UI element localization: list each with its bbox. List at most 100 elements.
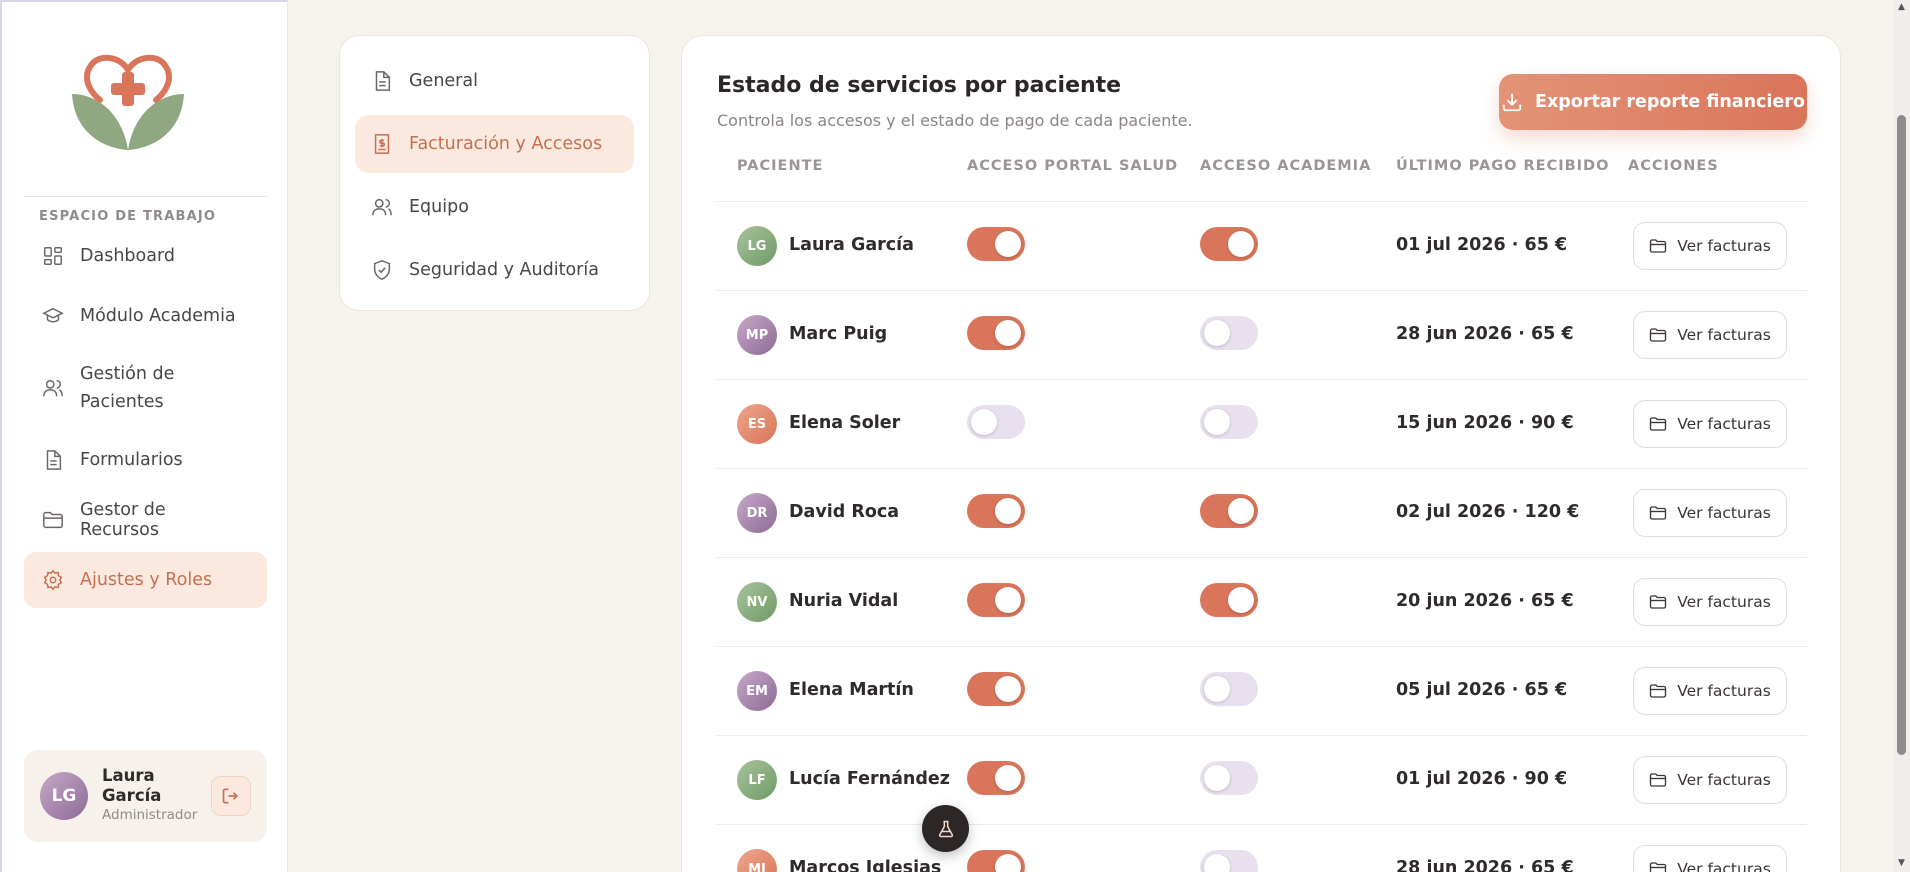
view-invoices-button[interactable]: Ver facturas	[1633, 222, 1787, 270]
folder-icon	[1650, 862, 1667, 872]
logout-button[interactable]	[211, 776, 251, 816]
settings-item-general[interactable]: General	[355, 52, 634, 110]
settings-item-label: Facturación y Accesos	[409, 134, 603, 154]
settings-item-facturacion[interactable]: Facturación y Accesos	[355, 115, 634, 173]
patient-name: David Roca	[789, 502, 900, 522]
download-icon	[1502, 93, 1522, 112]
table-row: LF Lucía Fernández 01 jul 2026 · 90 € Ver f…	[717, 736, 1807, 825]
scroll-down-arrow-icon[interactable]: ▼	[1896, 858, 1907, 868]
sidebar-item-formularios[interactable]: Formularios	[24, 432, 267, 488]
scrollbar-thumb[interactable]	[1897, 115, 1906, 755]
toggle-knob	[1228, 587, 1254, 613]
view-invoices-button[interactable]: Ver facturas	[1633, 311, 1787, 359]
export-report-button[interactable]: Exportar reporte financiero	[1499, 74, 1807, 130]
toggle-knob	[995, 854, 1021, 872]
portal-access-toggle[interactable]	[967, 227, 1025, 261]
sidebar-section-label: ESPACIO DE TRABAJO	[39, 209, 217, 224]
folder-icon	[1650, 595, 1667, 609]
settings-item-label: Seguridad y Auditoría	[409, 260, 599, 280]
folder-icon	[1650, 684, 1667, 698]
view-invoices-label: Ver facturas	[1677, 415, 1771, 433]
avatar: MP	[737, 315, 777, 355]
academia-access-toggle[interactable]	[1200, 494, 1258, 528]
sidebar-item-label: Formularios	[80, 450, 183, 470]
sidebar-item-academia[interactable]: Módulo Academia	[24, 288, 267, 344]
gear-icon	[43, 569, 63, 591]
view-invoices-label: Ver facturas	[1677, 860, 1771, 872]
avatar: EM	[737, 671, 777, 711]
portal-access-toggle[interactable]	[967, 583, 1025, 617]
logo-icon	[72, 54, 184, 150]
patient-name: Marc Puig	[789, 324, 888, 344]
academia-access-toggle[interactable]	[1200, 761, 1258, 795]
portal-access-toggle[interactable]	[967, 850, 1025, 872]
column-header: ACCESO PORTAL SALUD	[967, 158, 1179, 174]
last-payment: 01 jul 2026 · 65 €	[1396, 235, 1568, 255]
portal-access-toggle[interactable]	[967, 672, 1025, 706]
academia-access-toggle[interactable]	[1200, 583, 1258, 617]
academia-access-toggle[interactable]	[1200, 405, 1258, 439]
academia-access-toggle[interactable]	[1200, 672, 1258, 706]
shield-check-icon	[373, 260, 391, 280]
users-icon	[43, 379, 63, 397]
view-invoices-label: Ver facturas	[1677, 771, 1771, 789]
folder-icon	[1650, 417, 1667, 431]
portal-access-toggle[interactable]	[967, 316, 1025, 350]
toggle-knob	[995, 676, 1021, 702]
portal-access-toggle[interactable]	[967, 494, 1025, 528]
column-header: ÚLTIMO PAGO RECIBIDO	[1396, 158, 1610, 174]
table-row: LG Laura García 01 jul 2026 · 65 € Ver fact…	[717, 202, 1807, 291]
portal-access-toggle[interactable]	[967, 405, 1025, 439]
patient-name: Nuria Vidal	[789, 591, 899, 611]
folder-icon	[1650, 239, 1667, 253]
folder-icon	[1650, 773, 1667, 787]
view-invoices-label: Ver facturas	[1677, 504, 1771, 522]
last-payment: 20 jun 2026 · 65 €	[1396, 591, 1574, 611]
scroll-up-arrow-icon[interactable]: ▲	[1896, 2, 1907, 12]
view-invoices-button[interactable]: Ver facturas	[1633, 489, 1787, 537]
view-invoices-button[interactable]: Ver facturas	[1633, 667, 1787, 715]
settings-item-equipo[interactable]: Equipo	[355, 178, 634, 236]
sidebar-item-label: Ajustes y Roles	[80, 570, 213, 590]
lab-button[interactable]	[922, 805, 969, 852]
flask-icon	[938, 820, 953, 837]
avatar: LG	[737, 226, 777, 266]
sidebar-item-recursos[interactable]: Gestor de Recursos	[24, 492, 267, 548]
table-row: NV Nuria Vidal 20 jun 2026 · 65 € Ver factu…	[717, 558, 1807, 647]
view-invoices-button[interactable]: Ver facturas	[1633, 756, 1787, 804]
table-header: PACIENTE ACCESO PORTAL SALUD ACCESO ACAD…	[717, 158, 1807, 202]
folder-icon	[1650, 506, 1667, 520]
scrollbar[interactable]: ▲ ▼	[1893, 0, 1910, 872]
sidebar-item-ajustes[interactable]: Ajustes y Roles	[24, 552, 267, 608]
avatar: LF	[737, 760, 777, 800]
column-header: PACIENTE	[737, 158, 824, 174]
table-row: EM Elena Martín 05 jul 2026 · 65 € Ver fact…	[717, 647, 1807, 736]
portal-access-toggle[interactable]	[967, 761, 1025, 795]
sidebar-item-label: Gestor de Recursos	[80, 500, 166, 540]
folder-icon	[1650, 328, 1667, 342]
services-card: Estado de servicios por paciente Control…	[681, 35, 1841, 872]
academia-access-toggle[interactable]	[1200, 316, 1258, 350]
view-invoices-button[interactable]: Ver facturas	[1633, 845, 1787, 872]
column-header: ACCESO ACADEMIA	[1200, 158, 1372, 174]
view-invoices-label: Ver facturas	[1677, 682, 1771, 700]
invoice-icon	[374, 134, 390, 154]
toggle-knob	[995, 587, 1021, 613]
table-row: DR David Roca 02 jul 2026 · 120 € Ver factu…	[717, 469, 1807, 558]
toggle-knob	[1228, 498, 1254, 524]
sidebar-item-dashboard[interactable]: Dashboard	[24, 228, 267, 284]
view-invoices-button[interactable]: Ver facturas	[1633, 578, 1787, 626]
academia-access-toggle[interactable]	[1200, 227, 1258, 261]
view-invoices-button[interactable]: Ver facturas	[1633, 400, 1787, 448]
sidebar-divider	[24, 196, 268, 197]
view-invoices-label: Ver facturas	[1677, 593, 1771, 611]
toggle-knob	[995, 498, 1021, 524]
settings-item-seguridad[interactable]: Seguridad y Auditoría	[355, 241, 634, 299]
last-payment: 05 jul 2026 · 65 €	[1396, 680, 1568, 700]
graduation-cap-icon	[42, 307, 64, 323]
academia-access-toggle[interactable]	[1200, 850, 1258, 872]
toggle-knob	[1204, 320, 1230, 346]
last-payment: 01 jul 2026 · 90 €	[1396, 769, 1568, 789]
sidebar-item-pacientes[interactable]: Gestión de Pacientes	[24, 348, 267, 428]
settings-submenu: General Facturación y Accesos Equipo Seg…	[339, 35, 650, 311]
